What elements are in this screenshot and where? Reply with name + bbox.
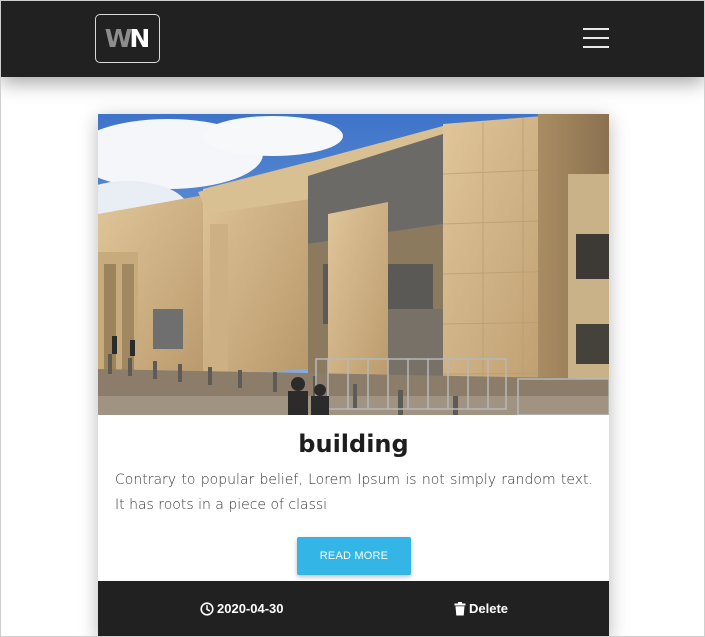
delete-button[interactable]: Delete <box>454 601 508 616</box>
post-card: building Contrary to popular belief, Lor… <box>98 114 609 636</box>
logo-letter-n: N <box>129 24 151 53</box>
top-navbar: WN <box>1 1 704 77</box>
delete-label: Delete <box>469 601 509 616</box>
app-window: WN building Contrary to popular belief, … <box>0 0 705 637</box>
read-more-button[interactable]: READ MORE <box>297 537 411 575</box>
post-image <box>98 114 609 415</box>
clock-icon <box>200 601 214 616</box>
post-excerpt: Contrary to popular belief, Lorem Ipsum … <box>115 472 593 513</box>
post-date: 2020-04-30 <box>200 601 284 616</box>
post-card-footer: 2020-04-30 Delete <box>98 581 609 636</box>
trash-icon <box>454 601 466 615</box>
brand-logo[interactable]: WN <box>95 14 160 63</box>
hamburger-menu-icon[interactable] <box>583 28 609 50</box>
post-title: building <box>298 430 409 458</box>
logo-letter-w: W <box>104 24 133 53</box>
post-date-text: 2020-04-30 <box>217 601 284 616</box>
